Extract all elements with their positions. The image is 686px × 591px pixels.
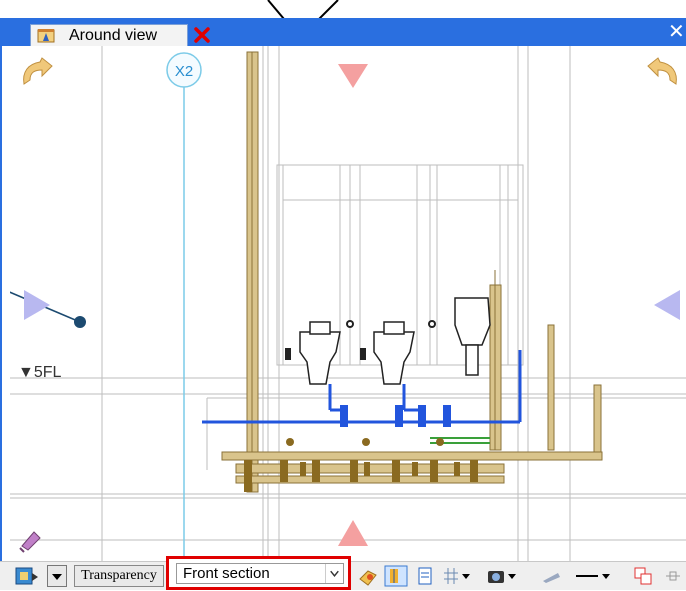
tab-title: Around view <box>69 27 158 44</box>
close-icon[interactable] <box>191 24 213 46</box>
grid-display-icon[interactable] <box>440 565 476 587</box>
callout-dot <box>74 316 86 328</box>
around-view-viewport[interactable]: X2 ▼5FL <box>0 46 686 561</box>
tab-bar: Around view ✕ <box>0 18 686 46</box>
view-window-icon <box>37 29 55 43</box>
left-frame-border <box>0 46 10 590</box>
view-cube-icon[interactable] <box>14 565 40 587</box>
grid-axis-label: X2 <box>174 63 194 80</box>
view-mode-dropdown[interactable] <box>47 565 67 587</box>
transparency-button[interactable]: Transparency <box>74 565 164 587</box>
pin-icon[interactable] <box>662 565 684 587</box>
rotate-left-icon <box>23 57 53 85</box>
layer-icon[interactable] <box>416 565 434 587</box>
nav-down-arrow-icon <box>338 64 368 88</box>
nav-right-arrow-icon <box>24 290 50 320</box>
rotate-right-icon <box>647 57 677 85</box>
measure-icon[interactable] <box>540 565 564 587</box>
section-view-toggle-icon[interactable] <box>384 565 408 587</box>
floor-level-label: ▼5FL <box>18 364 62 381</box>
tab-around-view[interactable]: Around view <box>30 24 210 46</box>
line-style-icon[interactable] <box>572 565 622 587</box>
building-section-view <box>0 46 686 561</box>
nav-up-arrow-icon <box>338 520 368 546</box>
section-settings-icon[interactable] <box>356 565 380 587</box>
section-select-highlight: Front section <box>166 556 351 590</box>
window-close-icon[interactable]: ✕ <box>668 21 685 41</box>
section-select[interactable]: Front section <box>176 563 344 584</box>
section-select-value: Front section <box>183 565 270 582</box>
camera-icon[interactable] <box>486 565 522 587</box>
chevron-down-icon[interactable] <box>325 564 343 583</box>
export-icon[interactable] <box>632 565 654 587</box>
nav-left-arrow-icon <box>654 290 680 320</box>
eyedropper-icon <box>19 531 41 553</box>
